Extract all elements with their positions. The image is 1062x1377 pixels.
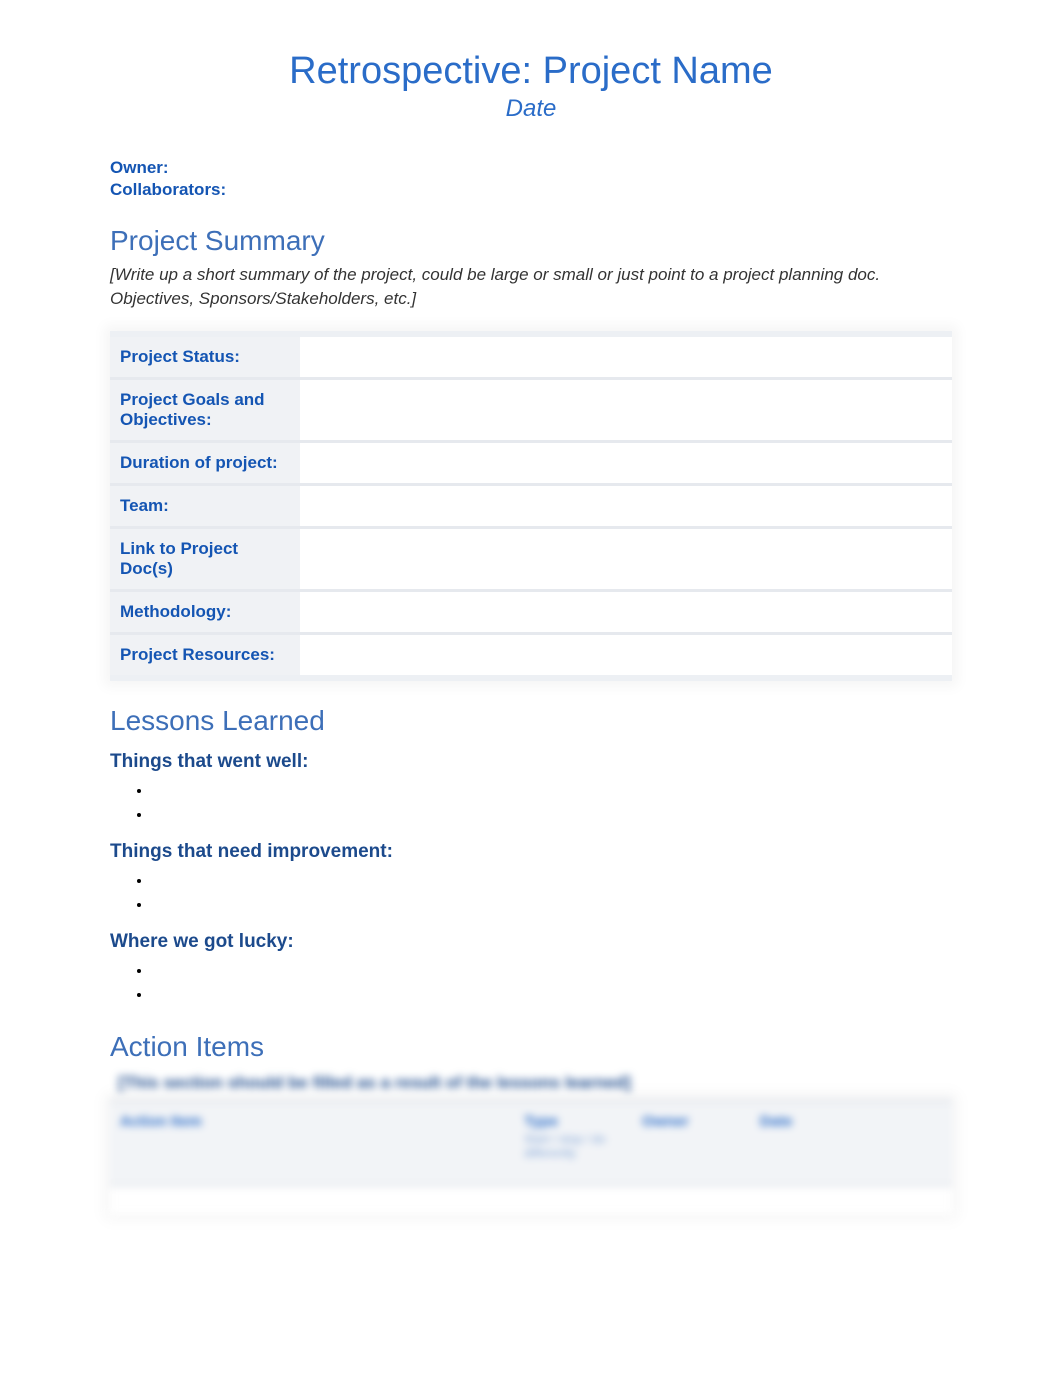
summary-row-label: Methodology: (110, 589, 300, 632)
got-lucky-list (110, 959, 952, 1007)
went-well-label: Things that went well: (110, 751, 952, 773)
need-improvement-label: Things that need improvement: (110, 841, 952, 863)
action-col-type: Type Start / stop / do differently (514, 1099, 632, 1184)
summary-row-label: Link to Project Doc(s) (110, 526, 300, 589)
collaborators-label: Collaborators: (110, 179, 952, 201)
summary-row-value[interactable] (300, 632, 952, 681)
action-cell[interactable] (110, 1184, 514, 1214)
table-row: Team: (110, 483, 952, 526)
table-row: Duration of project: (110, 440, 952, 483)
summary-row-value[interactable] (300, 331, 952, 377)
list-item[interactable] (152, 869, 952, 893)
list-item[interactable] (152, 779, 952, 803)
action-col-owner: Owner (632, 1099, 750, 1184)
table-row: Methodology: (110, 589, 952, 632)
summary-row-label: Project Status: (110, 331, 300, 377)
action-col-type-label: Type (524, 1113, 558, 1130)
went-well-list (110, 779, 952, 827)
project-summary-instructions: [Write up a short summary of the project… (110, 263, 952, 311)
project-summary-heading: Project Summary (110, 225, 952, 257)
summary-row-label: Project Goals and Objectives: (110, 377, 300, 440)
action-cell[interactable] (514, 1184, 632, 1214)
summary-row-value[interactable] (300, 526, 952, 589)
table-row: Project Goals and Objectives: (110, 377, 952, 440)
summary-row-value[interactable] (300, 483, 952, 526)
list-item[interactable] (152, 959, 952, 983)
owner-label: Owner: (110, 157, 952, 179)
summary-row-label: Project Resources: (110, 632, 300, 681)
got-lucky-label: Where we got lucky: (110, 931, 952, 953)
action-cell[interactable] (632, 1184, 750, 1214)
list-item[interactable] (152, 983, 952, 1007)
table-header-row: Action Item Type Start / stop / do diffe… (110, 1099, 952, 1184)
action-items-table: Action Item Type Start / stop / do diffe… (110, 1099, 952, 1214)
table-row: Project Resources: (110, 632, 952, 681)
summary-row-label: Team: (110, 483, 300, 526)
summary-row-value[interactable] (300, 377, 952, 440)
table-row: Project Status: (110, 331, 952, 377)
list-item[interactable] (152, 803, 952, 827)
action-items-heading: Action Items (110, 1031, 952, 1063)
action-col-item: Action Item (110, 1099, 514, 1184)
action-cell[interactable] (750, 1184, 952, 1214)
lessons-learned-heading: Lessons Learned (110, 705, 952, 737)
need-improvement-list (110, 869, 952, 917)
summary-row-value[interactable] (300, 589, 952, 632)
summary-row-value[interactable] (300, 440, 952, 483)
page-title: Retrospective: Project Name (110, 50, 952, 93)
page-subtitle: Date (110, 95, 952, 123)
table-row: Link to Project Doc(s) (110, 526, 952, 589)
action-col-date: Date (750, 1099, 952, 1184)
action-col-type-sub: Start / stop / do differently (524, 1132, 622, 1160)
table-row (110, 1184, 952, 1214)
list-item[interactable] (152, 893, 952, 917)
action-items-note: [This section should be filled as a resu… (118, 1073, 952, 1093)
summary-row-label: Duration of project: (110, 440, 300, 483)
project-summary-table: Project Status: Project Goals and Object… (110, 331, 952, 681)
